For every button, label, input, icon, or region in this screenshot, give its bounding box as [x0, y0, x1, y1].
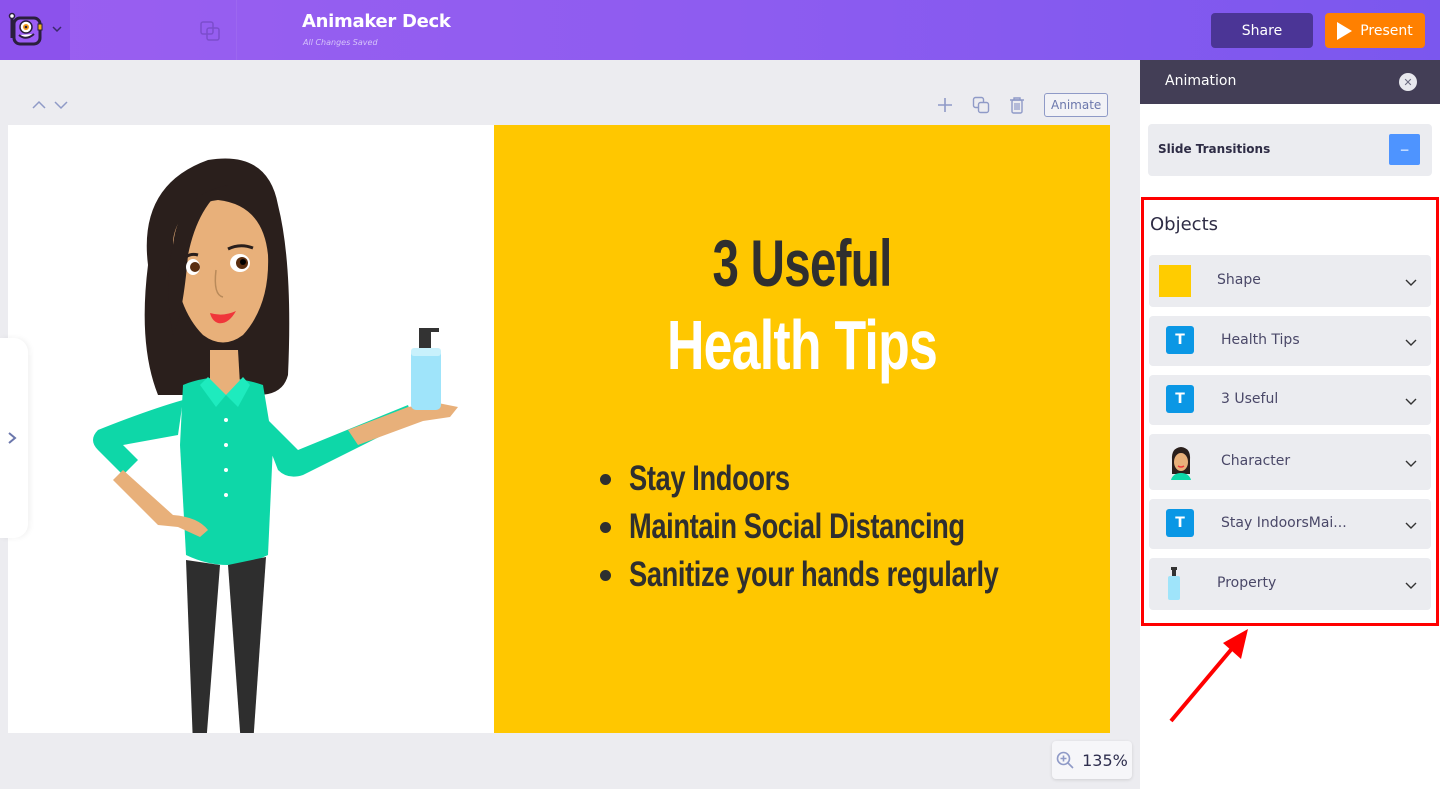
objects-title: Objects: [1150, 214, 1219, 235]
close-icon[interactable]: ✕: [1399, 73, 1417, 91]
slide-title-health-tips[interactable]: Health Tips: [574, 305, 1030, 385]
text-icon: T: [1166, 326, 1194, 354]
chevron-down-icon: [1405, 522, 1417, 529]
object-label: Property: [1217, 575, 1277, 591]
trash-icon[interactable]: [1008, 96, 1026, 114]
slide-title-3-useful[interactable]: 3 Useful: [580, 225, 1024, 301]
character-illustration[interactable]: [78, 145, 478, 733]
shape-thumb-icon: [1159, 265, 1191, 297]
panel-title: Animation: [1165, 73, 1237, 89]
bullet-text: Maintain Social Distancing: [629, 507, 965, 546]
object-item-stay-indoors[interactable]: T Stay IndoorsMai...: [1149, 499, 1431, 549]
panel-header: Animation ✕: [1140, 60, 1440, 104]
bullet-text: Stay Indoors: [629, 459, 790, 498]
logo-menu[interactable]: [0, 0, 70, 60]
bullet-dot: [600, 521, 611, 533]
yellow-shape[interactable]: [494, 125, 1110, 733]
zoom-in-icon[interactable]: [1056, 751, 1074, 769]
save-status: All Changes Saved: [303, 38, 378, 47]
bullet-text: Sanitize your hands regularly: [629, 555, 999, 594]
sanitizer-bottle-icon: [1168, 567, 1180, 600]
play-icon: [1337, 21, 1353, 40]
object-item-health-tips[interactable]: T Health Tips: [1149, 316, 1431, 366]
object-label: 3 Useful: [1221, 391, 1279, 407]
chevron-down-icon: [1405, 279, 1417, 286]
chevron-down-icon: [1405, 582, 1417, 589]
left-drawer-toggle[interactable]: [0, 338, 28, 538]
duplicate-icon[interactable]: [972, 96, 990, 114]
top-bar: Animaker Deck All Changes Saved Share Pr…: [0, 0, 1440, 60]
slide-toolbar: Animate: [936, 93, 1109, 117]
animate-button[interactable]: Animate: [1044, 93, 1109, 117]
chevron-up-icon[interactable]: [32, 100, 46, 110]
zoom-control[interactable]: 135%: [1052, 741, 1132, 779]
object-item-property[interactable]: Property: [1149, 558, 1431, 610]
chevron-down-icon: [1405, 460, 1417, 467]
object-label: Character: [1221, 453, 1291, 469]
object-item-shape[interactable]: Shape: [1149, 255, 1431, 307]
divider: [236, 0, 237, 60]
app-title[interactable]: Animaker Deck: [302, 11, 451, 32]
bullet-dot: [600, 473, 611, 485]
slide-transitions-label: Slide Transitions: [1158, 142, 1271, 156]
bullet-item: Maintain Social Distancing: [600, 503, 1110, 551]
bullet-item: Sanitize your hands regularly: [600, 551, 1110, 599]
text-icon: T: [1166, 385, 1194, 413]
present-button[interactable]: Present: [1325, 13, 1425, 48]
bullet-list[interactable]: Stay Indoors Maintain Social Distancing …: [600, 455, 1110, 599]
chevron-down-icon[interactable]: [54, 100, 68, 110]
share-label: Share: [1241, 22, 1283, 39]
chevron-down-icon: [1405, 398, 1417, 405]
object-label: Stay IndoorsMai...: [1221, 515, 1347, 531]
slide-canvas[interactable]: 3 Useful Health Tips Stay Indoors Mainta…: [8, 125, 1110, 733]
character-avatar-icon: [1171, 447, 1191, 480]
chevron-down-icon: [1405, 339, 1417, 346]
chevron-right-icon: [8, 432, 17, 444]
object-label: Shape: [1217, 272, 1261, 288]
duplicate-icon[interactable]: [199, 20, 221, 42]
slide-nav: [32, 100, 68, 110]
slide-transitions-card[interactable]: Slide Transitions −: [1148, 124, 1432, 176]
object-item-character[interactable]: Character: [1149, 434, 1431, 490]
zoom-level: 135%: [1082, 750, 1128, 770]
chevron-down-icon: [52, 26, 62, 33]
object-label: Health Tips: [1221, 332, 1300, 348]
annotation-arrow-icon: [1169, 629, 1248, 723]
share-button[interactable]: Share: [1211, 13, 1313, 48]
bullet-item: Stay Indoors: [600, 455, 1110, 503]
collapse-button[interactable]: −: [1389, 134, 1420, 165]
text-icon: T: [1166, 509, 1194, 537]
object-item-3-useful[interactable]: T 3 Useful: [1149, 375, 1431, 425]
add-icon[interactable]: [936, 96, 954, 114]
present-label: Present: [1360, 22, 1413, 39]
animaker-logo-icon: [8, 12, 43, 46]
bullet-dot: [600, 569, 611, 581]
